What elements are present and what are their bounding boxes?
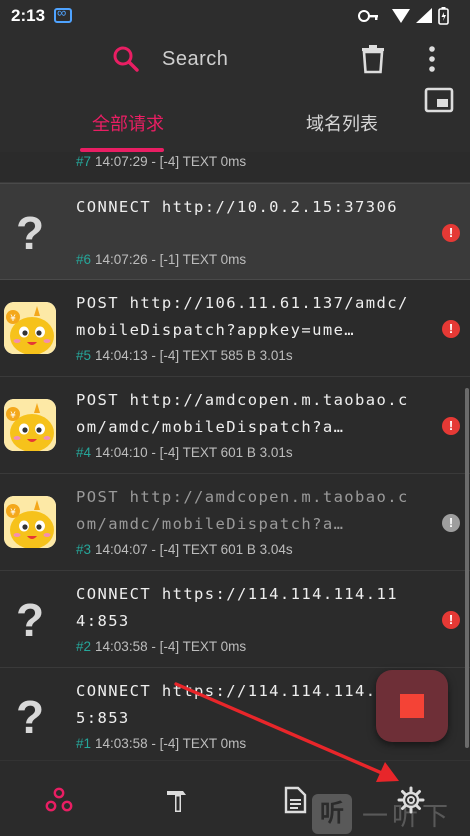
more-vertical-icon[interactable]: [421, 44, 443, 74]
request-meta: #2 14:03:58 - [-4] TEXT 0ms: [76, 639, 247, 654]
request-index: #6: [76, 252, 92, 267]
list-item[interactable]: ¥ POST http://amdcopen.m.taobao.com/amdc…: [0, 474, 470, 571]
search-input[interactable]: Search: [162, 48, 228, 71]
svg-text:¥: ¥: [10, 314, 16, 324]
cartoon-app-icon: ¥: [4, 302, 56, 354]
picture-in-picture-icon[interactable]: [424, 87, 454, 113]
info-icon: !: [442, 514, 460, 532]
unknown-app-icon: ?: [15, 594, 45, 646]
search-icon[interactable]: [112, 45, 140, 73]
stop-icon: [400, 694, 424, 718]
nav-tools-icon[interactable]: [162, 785, 192, 815]
error-icon: !: [442, 224, 460, 242]
nav-requests-icon[interactable]: [44, 785, 74, 815]
battery-icon: [438, 7, 449, 25]
unknown-app-icon: ?: [15, 207, 45, 259]
request-url: POST http://amdcopen.m.taobao.com/amdc/m…: [76, 488, 409, 533]
request-meta: #6 14:07:26 - [-1] TEXT 0ms: [76, 252, 247, 267]
wifi-icon: [392, 9, 410, 23]
error-icon: !: [442, 320, 460, 338]
request-url: POST http://106.11.61.137/amdc/mobileDis…: [76, 294, 409, 339]
request-meta: #3 14:04:07 - [-4] TEXT 601 B 3.04s: [76, 542, 293, 557]
stop-capture-button[interactable]: [376, 670, 448, 742]
request-url: POST http://amdcopen.m.taobao.com/amdc/m…: [76, 391, 409, 436]
signal-icon: [416, 8, 432, 23]
request-index: #4: [76, 445, 92, 460]
request-list[interactable]: #7 14:07:29 - [-4] TEXT 0ms ? CONNECT htt…: [0, 152, 470, 758]
request-index: #2: [76, 639, 92, 654]
status-bar: 2:13: [0, 0, 470, 32]
tab-domain-list[interactable]: 域名列表: [306, 110, 378, 136]
request-index: #5: [76, 348, 92, 363]
unknown-app-icon: ?: [15, 691, 45, 743]
error-icon: !: [442, 417, 460, 435]
cartoon-app-icon: ¥: [4, 399, 56, 451]
request-url: CONNECT http://10.0.2.15:37306: [76, 198, 398, 216]
status-time: 2:13: [11, 6, 46, 25]
request-index: #7: [76, 154, 92, 169]
request-meta: #5 14:04:13 - [-4] TEXT 585 B 3.01s: [76, 348, 293, 363]
tab-all-requests[interactable]: 全部请求: [92, 110, 164, 136]
request-meta: #7 14:07:29 - [-4] TEXT 0ms: [76, 154, 247, 169]
watermark-text: 一听下载: [362, 801, 453, 831]
list-item[interactable]: ? CONNECT https://114.114.114.114:853 #2…: [0, 571, 470, 668]
error-icon: !: [442, 611, 460, 629]
request-index: #1: [76, 736, 92, 751]
list-item[interactable]: #7 14:07:29 - [-4] TEXT 0ms: [0, 152, 470, 183]
request-meta: #4 14:04:10 - [-4] TEXT 601 B 3.01s: [76, 445, 293, 460]
cartoon-app-icon: ¥: [4, 496, 56, 548]
svg-text:¥: ¥: [10, 508, 16, 518]
scrollbar[interactable]: [465, 388, 469, 748]
notification-icon: [54, 5, 72, 23]
request-url: CONNECT https://114.114.114.115:853: [76, 682, 398, 727]
watermark: 听 一听下载: [306, 786, 470, 836]
status-icons: [358, 7, 449, 25]
list-item[interactable]: ¥ POST http://amdcopen.m.taobao.com/amdc…: [0, 377, 470, 474]
list-item[interactable]: ¥ POST http://106.11.61.137/amdc/mobileD…: [0, 280, 470, 377]
request-meta: #1 14:03:58 - [-4] TEXT 0ms: [76, 736, 247, 751]
request-url: CONNECT https://114.114.114.114:853: [76, 585, 398, 630]
watermark-logo: 听: [312, 794, 352, 834]
request-index: #3: [76, 542, 92, 557]
list-item[interactable]: ? CONNECT http://10.0.2.15:37306 #6 14:07…: [0, 183, 470, 280]
vpn-key-icon: [358, 10, 378, 22]
delete-icon[interactable]: [360, 44, 386, 74]
app-bar: Search 全部请求 域名列表: [0, 32, 470, 152]
svg-text:¥: ¥: [10, 411, 16, 421]
